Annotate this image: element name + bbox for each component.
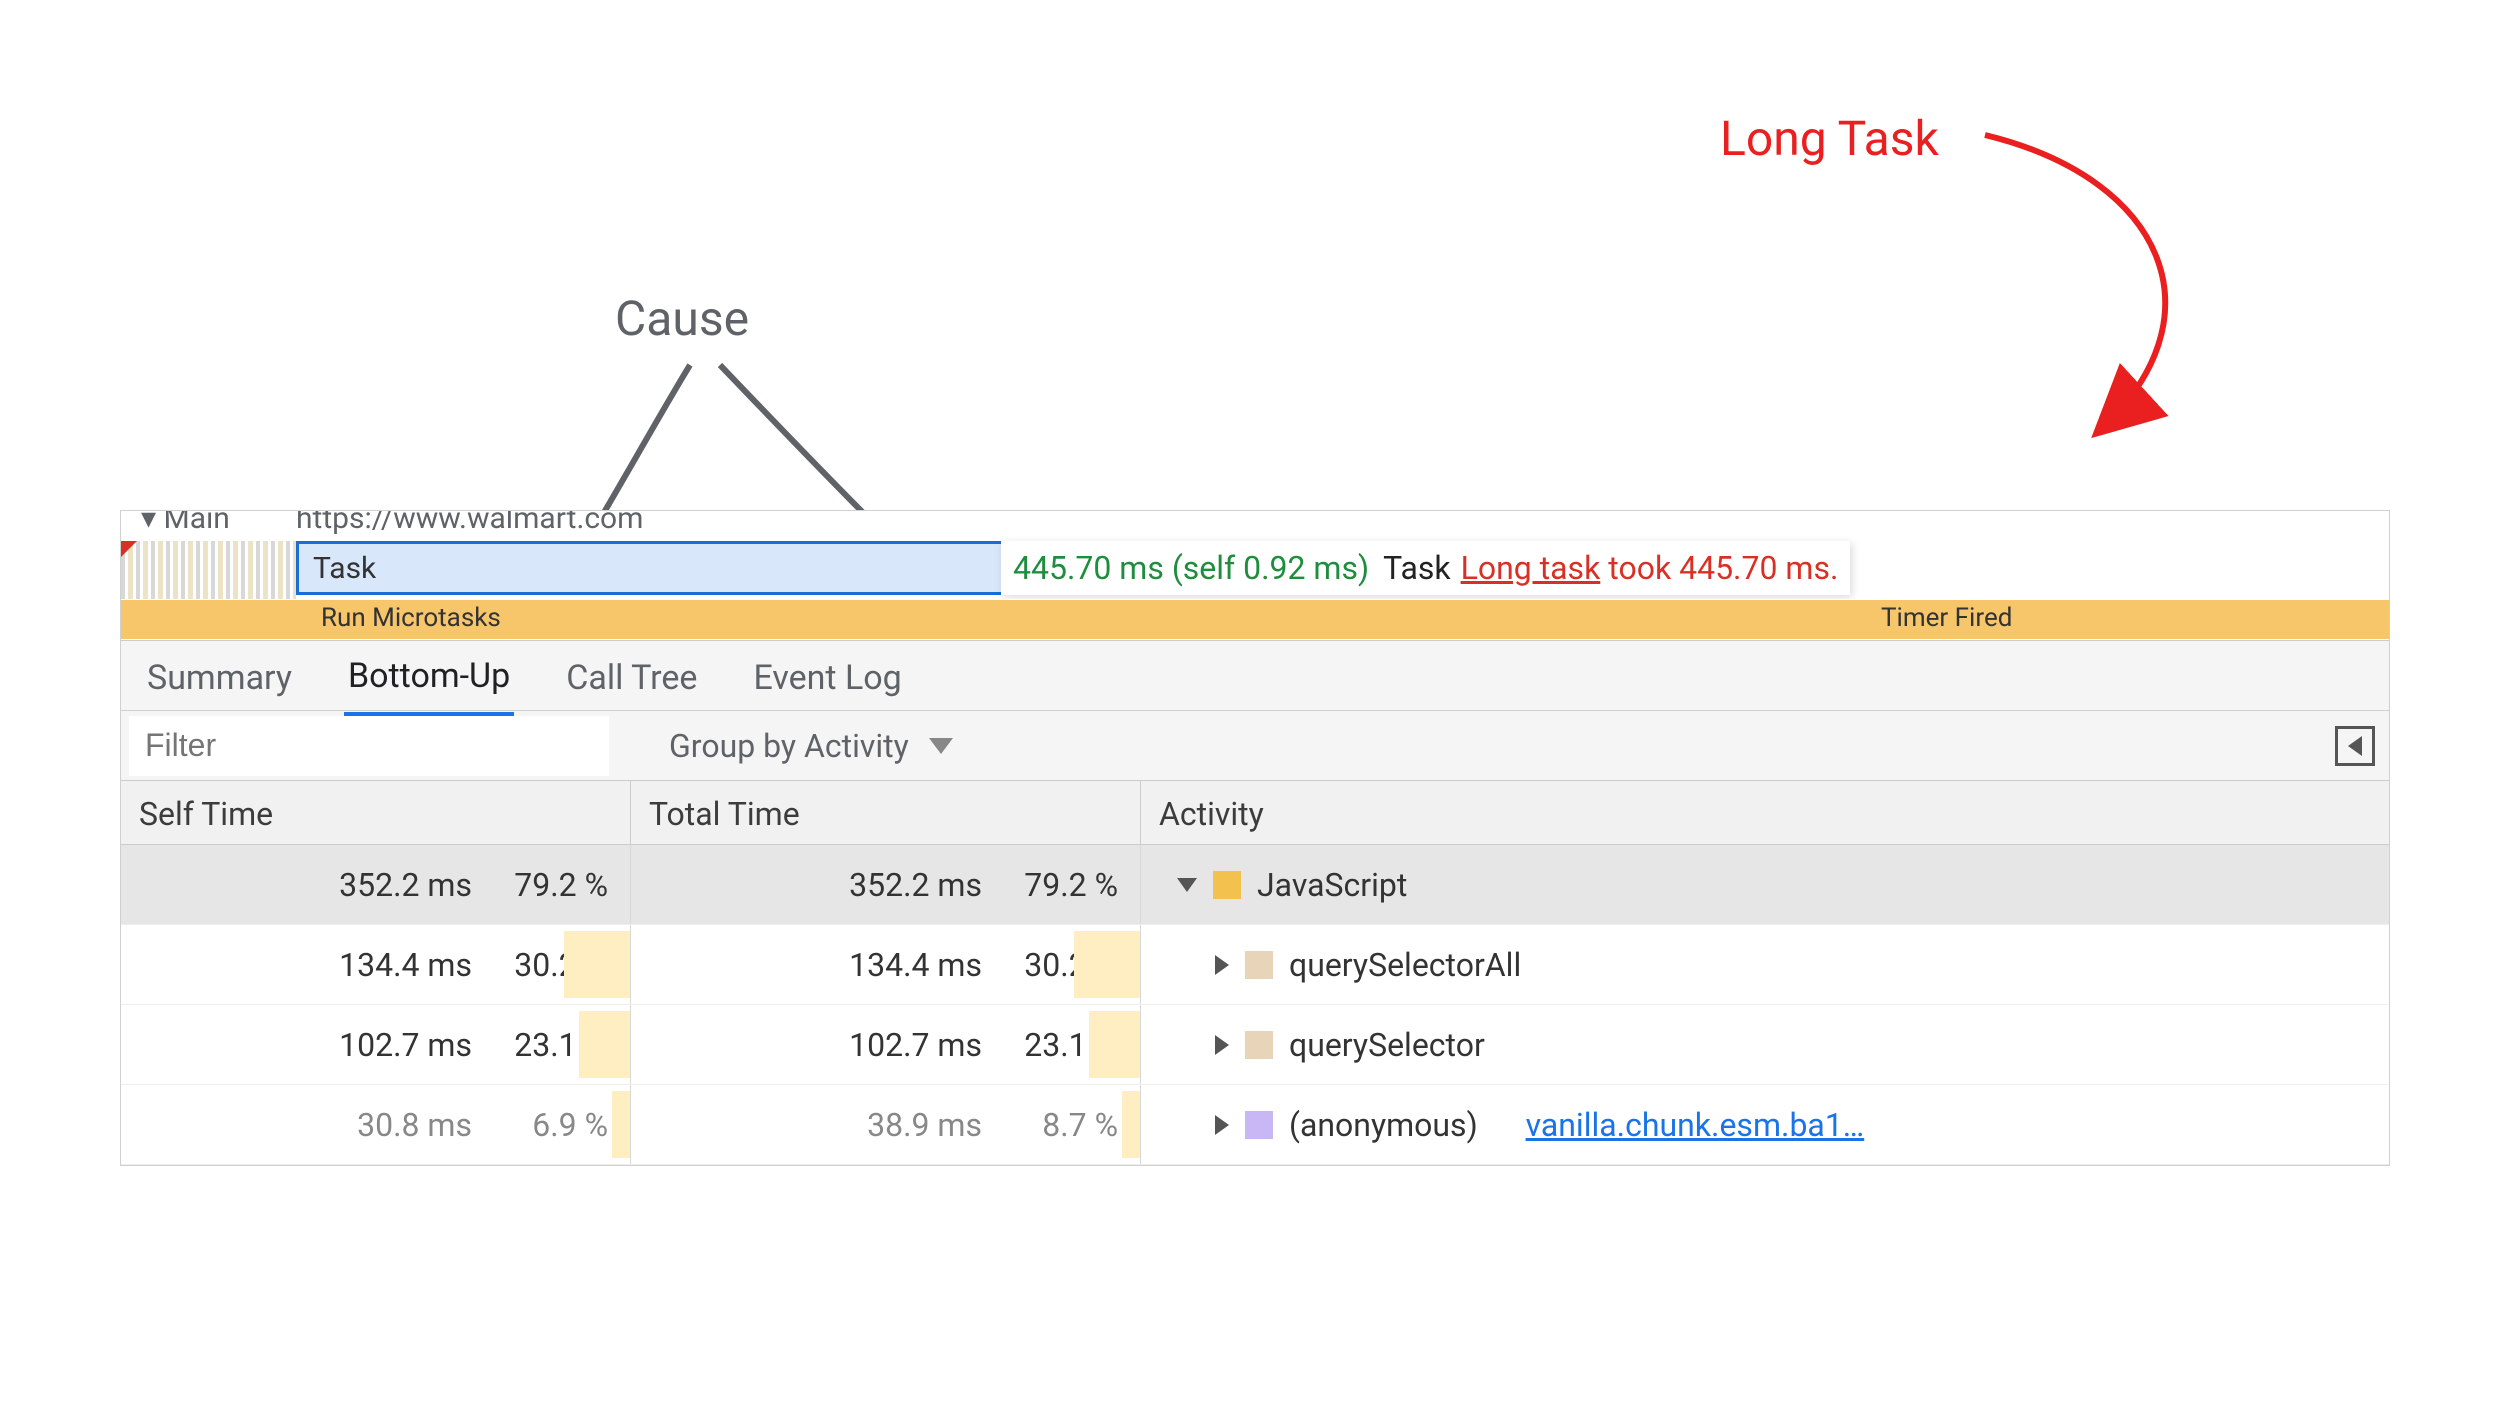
activity-cell: querySelector xyxy=(1141,1005,2389,1084)
table-row[interactable]: 134.4 ms30.2 %134.4 ms30.2 % querySelecto… xyxy=(121,925,2389,1005)
activity-name: (anonymous) xyxy=(1289,1106,1478,1144)
self-ms: 30.8 ms xyxy=(302,1106,472,1144)
tooltip-task-label: Task xyxy=(1383,549,1450,587)
total-pct: 79.2 % xyxy=(996,862,1126,908)
col-activity[interactable]: Activity xyxy=(1141,781,2389,847)
activity-name: JavaScript xyxy=(1257,866,1407,904)
tooltip-duration: 445.70 ms (self 0.92 ms) xyxy=(1013,549,1369,587)
self-time-cell: 352.2 ms 79.2 % xyxy=(121,845,631,924)
self-ms: 352.2 ms xyxy=(302,866,472,904)
total-pct: 8.7 % xyxy=(996,1102,1126,1148)
total-time-cell: 134.4 ms30.2 % xyxy=(631,925,1141,1004)
activity-cell: (anonymous) vanilla.chunk.esm.ba1… xyxy=(1141,1085,2389,1164)
annotation-long-task: Long Task xyxy=(1720,110,1939,167)
tab-bottom-up[interactable]: Bottom-Up xyxy=(344,648,514,716)
red-marker-left-icon xyxy=(121,541,137,557)
table-row[interactable]: 352.2 ms 79.2 % 352.2 ms 79.2 % JavaScript xyxy=(121,845,2389,925)
color-swatch-icon xyxy=(1245,1031,1273,1059)
task-tooltip: 445.70 ms (self 0.92 ms) Task Long task … xyxy=(1001,541,1850,595)
activity-name: querySelectorAll xyxy=(1289,946,1521,984)
tab-call-tree[interactable]: Call Tree xyxy=(562,650,701,714)
main-thread-url: https://www.walmart.com xyxy=(296,511,643,536)
tabs-bar: Summary Bottom-Up Call Tree Event Log xyxy=(121,641,2389,711)
expand-icon[interactable] xyxy=(1215,955,1229,975)
total-ms: 134.4 ms xyxy=(812,946,982,984)
filter-row: Group by Activity xyxy=(121,711,2389,781)
color-swatch-icon xyxy=(1245,951,1273,979)
source-link[interactable]: vanilla.chunk.esm.ba1… xyxy=(1526,1106,1865,1144)
devtools-panel: ▾ Main https://www.walmart.com Task 445.… xyxy=(120,510,2390,1166)
total-time-cell: 102.7 ms23.1 % xyxy=(631,1005,1141,1084)
flame-graph[interactable]: ▾ Main https://www.walmart.com Task 445.… xyxy=(121,511,2389,641)
table-header: Self Time Total Time Activity xyxy=(121,781,2389,845)
self-ms: 134.4 ms xyxy=(302,946,472,984)
expand-icon[interactable] xyxy=(1177,878,1197,892)
filter-input[interactable] xyxy=(129,716,609,776)
tooltip-long-task-link[interactable]: Long task xyxy=(1461,549,1601,587)
color-swatch-icon xyxy=(1245,1111,1273,1139)
activity-cell: querySelectorAll xyxy=(1141,925,2389,1004)
self-time-cell: 102.7 ms23.1 % xyxy=(121,1005,631,1084)
self-ms: 102.7 ms xyxy=(302,1026,472,1064)
total-time-cell: 352.2 ms 79.2 % xyxy=(631,845,1141,924)
group-by-label: Group by Activity xyxy=(669,727,909,765)
table-body: 352.2 ms 79.2 % 352.2 ms 79.2 % JavaScript 13… xyxy=(121,845,2389,1165)
col-total-time[interactable]: Total Time xyxy=(631,781,1141,847)
color-swatch-icon xyxy=(1213,871,1241,899)
total-ms: 352.2 ms xyxy=(812,866,982,904)
self-time-cell: 134.4 ms30.2 % xyxy=(121,925,631,1004)
tab-summary[interactable]: Summary xyxy=(143,650,296,714)
chevron-down-icon xyxy=(929,738,953,754)
annotation-cause: Cause xyxy=(615,290,749,347)
tab-event-log[interactable]: Event Log xyxy=(749,650,905,714)
task-block-label: Task xyxy=(313,551,376,586)
expand-icon[interactable] xyxy=(1215,1115,1229,1135)
table-row[interactable]: 30.8 ms 6.9 % 38.9 ms 8.7 % (anonymous) vani… xyxy=(121,1085,2389,1165)
self-pct: 79.2 % xyxy=(486,862,616,908)
group-by-select[interactable]: Group by Activity xyxy=(669,727,953,765)
activity-cell: JavaScript xyxy=(1141,845,2389,924)
show-heaviest-stack-button[interactable] xyxy=(2335,726,2375,766)
self-pct: 6.9 % xyxy=(486,1102,616,1148)
col-self-time[interactable]: Self Time xyxy=(121,781,631,847)
flame-timer-fired-label: Timer Fired xyxy=(1881,603,2012,633)
tooltip-took: took 445.70 ms. xyxy=(1608,549,1838,587)
table-row[interactable]: 102.7 ms23.1 %102.7 ms23.1 % querySelecto… xyxy=(121,1005,2389,1085)
triangle-left-icon xyxy=(2348,736,2362,756)
flame-microtasks-label: Run Microtasks xyxy=(321,603,501,633)
total-ms: 102.7 ms xyxy=(812,1026,982,1064)
expand-icon[interactable] xyxy=(1215,1035,1229,1055)
total-ms: 38.9 ms xyxy=(812,1106,982,1144)
total-time-cell: 38.9 ms 8.7 % xyxy=(631,1085,1141,1164)
self-time-cell: 30.8 ms 6.9 % xyxy=(121,1085,631,1164)
activity-name: querySelector xyxy=(1289,1026,1485,1064)
main-thread-label: ▾ Main xyxy=(141,511,230,536)
